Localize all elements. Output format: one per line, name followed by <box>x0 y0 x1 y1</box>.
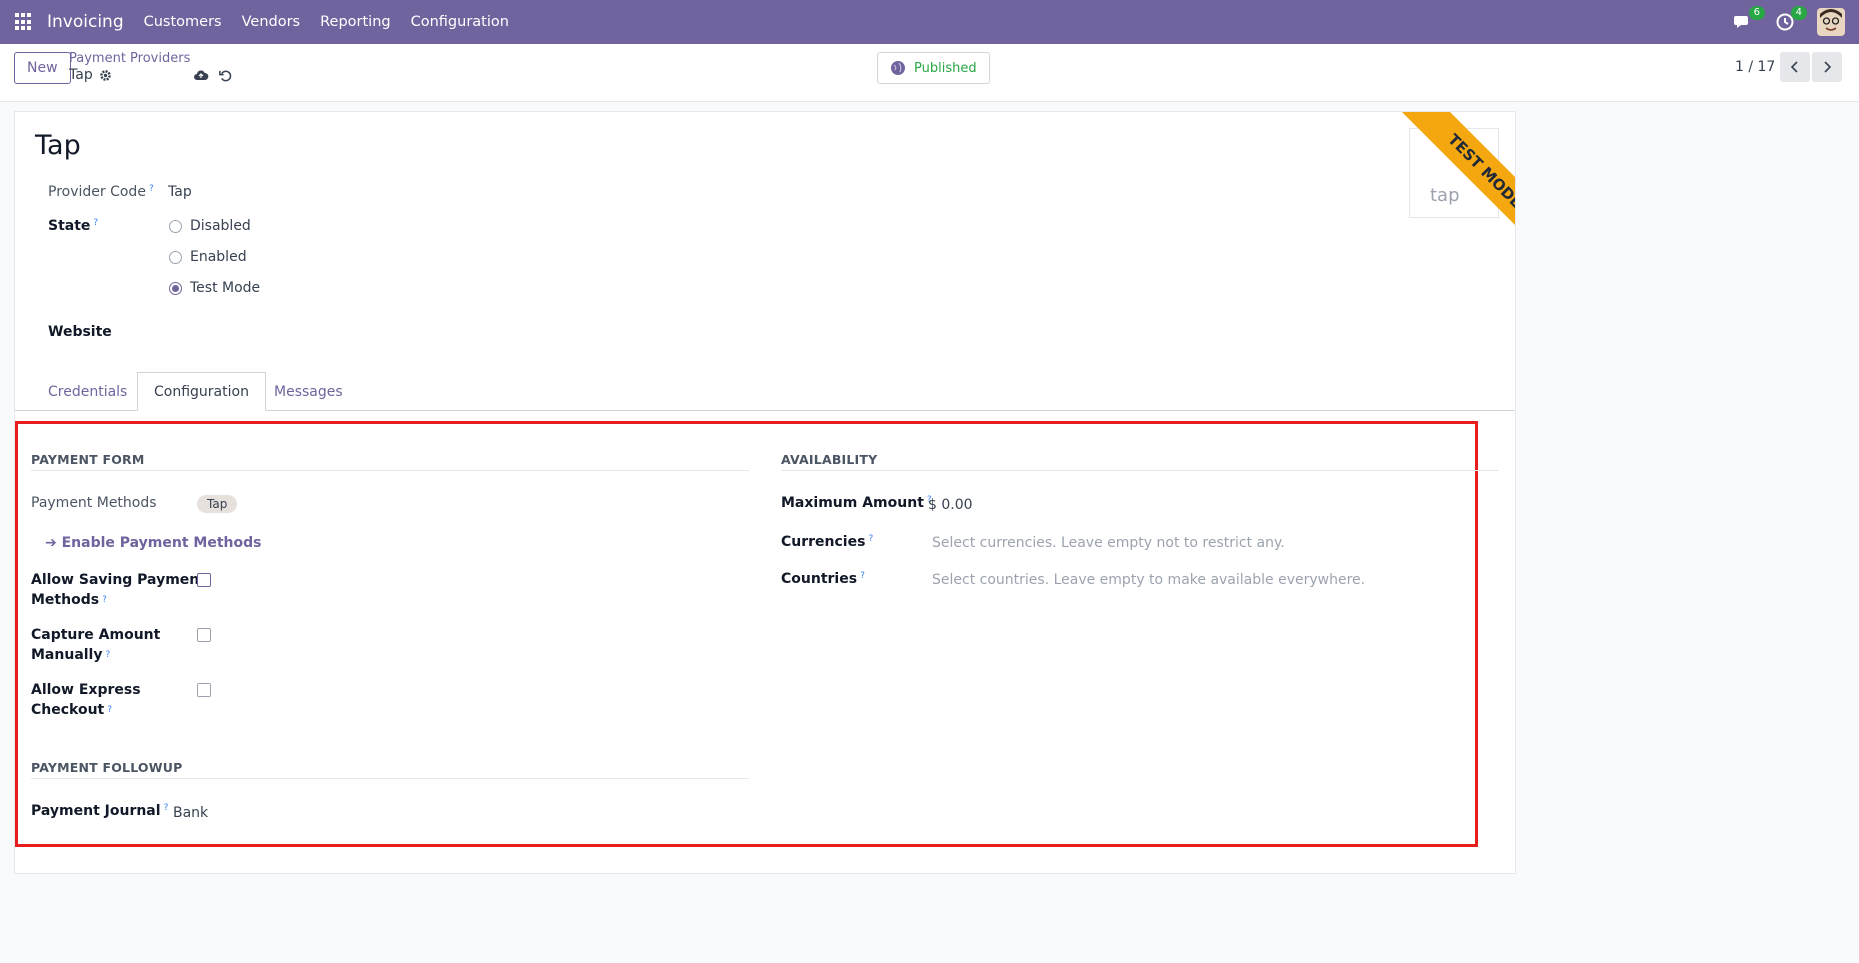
provider-image-text: tap <box>1430 185 1460 206</box>
maximum-amount-label: Maximum Amount? <box>781 495 932 511</box>
highlight-box <box>15 421 1478 847</box>
menu-configuration[interactable]: Configuration <box>411 14 509 30</box>
discard-icon[interactable] <box>218 68 233 83</box>
menu-reporting[interactable]: Reporting <box>320 14 391 30</box>
state-option-enabled[interactable]: Enabled <box>169 249 247 265</box>
payment-methods-label: Payment Methods <box>31 495 157 511</box>
payment-followup-section-title: PAYMENT FOLLOWUP <box>31 760 183 775</box>
menu-customers[interactable]: Customers <box>144 14 222 30</box>
payment-journal-label: Payment Journal? <box>31 803 169 819</box>
payment-method-tag[interactable]: Tap <box>197 495 238 513</box>
activities-badge: 4 <box>1790 6 1807 20</box>
messages-button[interactable]: 6 <box>1733 6 1765 32</box>
activities-button[interactable]: 4 <box>1775 6 1807 32</box>
provider-code-value: Tap <box>168 184 192 200</box>
payment-form-section-title: PAYMENT FORM <box>31 452 145 467</box>
record-title[interactable]: Tap <box>35 130 81 161</box>
published-label: Published <box>914 60 977 76</box>
globe-icon <box>891 61 905 75</box>
tab-configuration[interactable]: Configuration <box>137 372 266 411</box>
arrow-right-icon: ➔ <box>45 535 62 551</box>
pager-previous-button[interactable] <box>1780 52 1810 82</box>
enable-payment-methods-link[interactable]: ➔ Enable Payment Methods <box>45 535 261 551</box>
provider-code-label: Provider Code? <box>48 184 154 200</box>
capture-manually-checkbox[interactable] <box>197 628 211 642</box>
state-option-disabled[interactable]: Disabled <box>169 218 251 234</box>
payment-journal-value[interactable]: Bank <box>173 805 208 821</box>
express-checkout-checkbox[interactable] <box>197 683 211 697</box>
notebook-tabs: Credentials Configuration Messages <box>15 372 1515 411</box>
breadcrumb-parent[interactable]: Payment Providers <box>69 51 190 66</box>
new-button[interactable]: New <box>14 52 71 84</box>
availability-section-title: AVAILABILITY <box>781 452 878 467</box>
chevron-left-icon <box>1790 61 1798 73</box>
radio-test-mode[interactable] <box>169 281 182 295</box>
website-label: Website <box>48 324 112 340</box>
currencies-label: Currencies? <box>781 534 874 550</box>
published-button[interactable]: Published <box>877 52 990 84</box>
app-brand[interactable]: Invoicing <box>47 12 124 32</box>
messages-badge: 6 <box>1748 6 1765 20</box>
gear-icon[interactable] <box>99 69 112 82</box>
chevron-right-icon <box>1824 61 1832 73</box>
tab-credentials[interactable]: Credentials <box>32 372 143 411</box>
state-label: State? <box>48 218 99 234</box>
allow-saving-label: Allow Saving Payment Methods? <box>31 572 206 608</box>
countries-input[interactable]: Select countries. Leave empty to make av… <box>932 572 1365 588</box>
save-cloud-icon[interactable] <box>193 68 209 82</box>
capture-manually-label: Capture Amount Manually? <box>31 627 161 663</box>
avatar-face-icon <box>1817 8 1845 36</box>
radio-disabled[interactable] <box>169 219 182 233</box>
control-panel: New Payment Providers Tap Published 1 / … <box>0 44 1859 102</box>
availability-divider <box>781 470 1499 471</box>
countries-label: Countries? <box>781 571 865 587</box>
tab-messages[interactable]: Messages <box>258 372 359 411</box>
payment-form-divider <box>31 470 749 471</box>
allow-saving-checkbox[interactable] <box>197 573 211 587</box>
state-option-test-mode[interactable]: Test Mode <box>169 280 260 296</box>
radio-enabled[interactable] <box>169 250 182 264</box>
breadcrumb-current: Tap <box>69 67 112 83</box>
apps-menu-icon[interactable] <box>15 13 33 31</box>
top-navbar: Invoicing Customers Vendors Reporting Co… <box>0 0 1859 44</box>
maximum-amount-value[interactable]: $ 0.00 <box>928 497 973 513</box>
menu-vendors[interactable]: Vendors <box>242 14 301 30</box>
pager-value[interactable]: 1 / 17 <box>1735 59 1775 75</box>
user-avatar[interactable] <box>1817 8 1845 36</box>
breadcrumb-current-label: Tap <box>69 67 93 83</box>
pager-next-button[interactable] <box>1812 52 1842 82</box>
express-checkout-label: Allow Express Checkout? <box>31 682 141 718</box>
currencies-input[interactable]: Select currencies. Leave empty not to re… <box>932 535 1285 551</box>
payment-followup-divider <box>31 778 749 779</box>
